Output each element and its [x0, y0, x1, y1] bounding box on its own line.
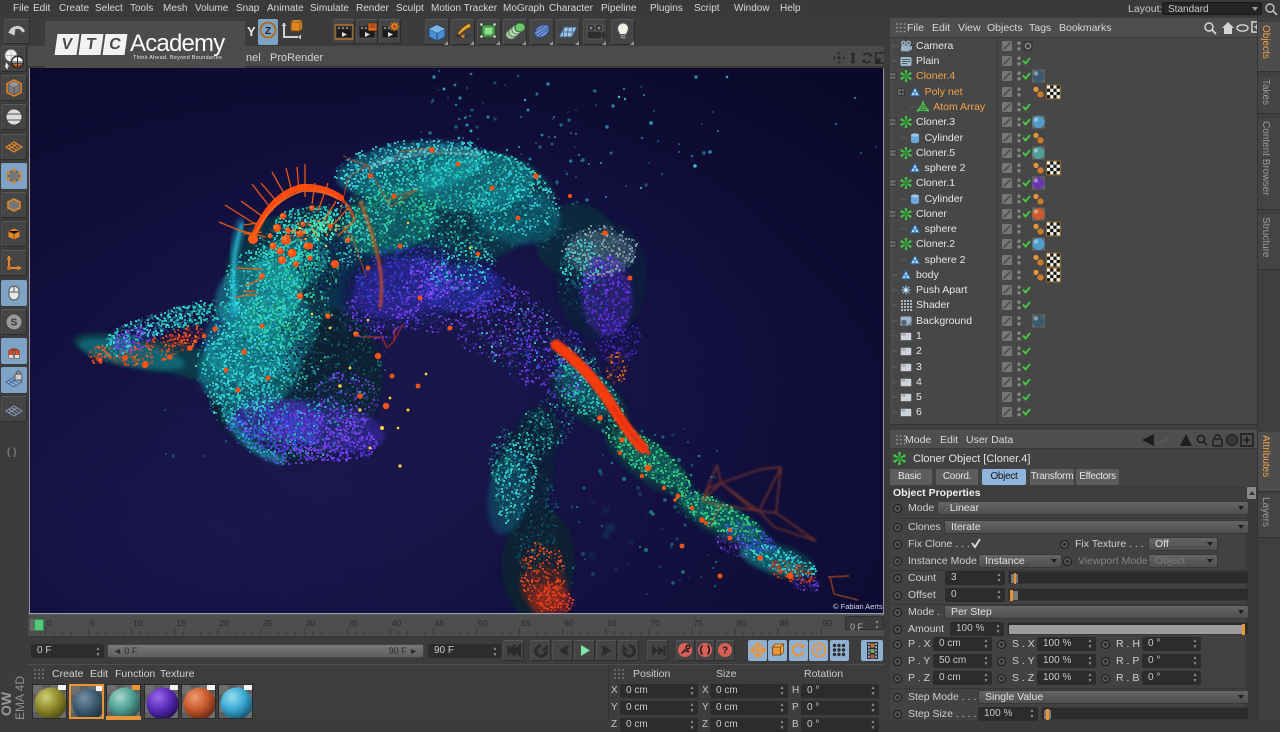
svg-text:5: 5: [90, 618, 95, 628]
svg-text:P: P: [816, 646, 822, 656]
svg-text:0: 0: [47, 618, 52, 628]
svg-text:10: 10: [133, 618, 143, 628]
svg-text:Z: Z: [265, 26, 271, 37]
svg-text:40: 40: [392, 618, 402, 628]
svg-text:85: 85: [780, 618, 790, 628]
svg-text:55: 55: [521, 618, 531, 628]
svg-text:15: 15: [176, 618, 186, 628]
svg-text:65: 65: [607, 618, 617, 628]
svg-text:S: S: [11, 318, 18, 329]
svg-text:75: 75: [694, 618, 704, 628]
svg-text:70: 70: [650, 618, 660, 628]
svg-text:35: 35: [349, 618, 359, 628]
svg-text:20: 20: [219, 618, 229, 628]
svg-text:?: ?: [722, 646, 728, 657]
svg-text:60: 60: [564, 618, 574, 628]
svg-text:45: 45: [435, 618, 445, 628]
svg-text:90: 90: [823, 618, 833, 628]
svg-text:30: 30: [306, 618, 316, 628]
svg-text:50: 50: [478, 618, 488, 628]
svg-text:© Fabian Aerts: © Fabian Aerts: [833, 602, 883, 611]
svg-text:80: 80: [737, 618, 747, 628]
svg-text:25: 25: [263, 618, 273, 628]
